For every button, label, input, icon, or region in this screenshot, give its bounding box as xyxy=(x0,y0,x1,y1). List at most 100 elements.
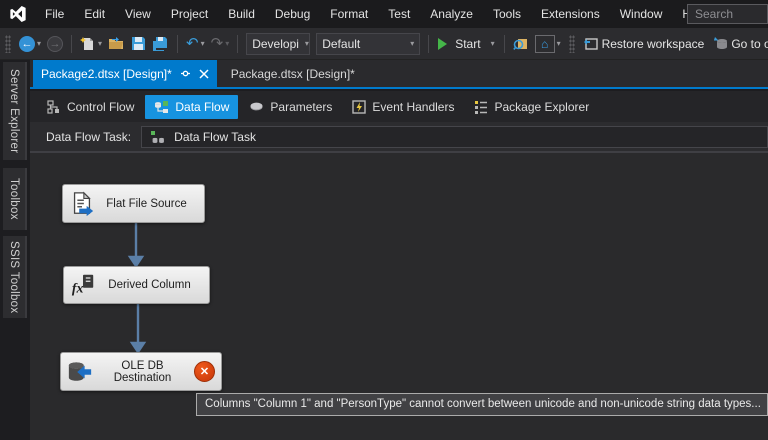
menu-project[interactable]: Project xyxy=(161,0,218,28)
go-to-object-icon xyxy=(714,37,728,49)
menu-window[interactable]: Window xyxy=(610,0,673,28)
toolbar-separator xyxy=(177,34,179,53)
chevron-down-icon: ▾ xyxy=(556,39,561,48)
chevron-down-icon: ▾ xyxy=(225,39,230,48)
chevron-down-icon: ▾ xyxy=(98,39,103,48)
attach-to-process-button[interactable] xyxy=(510,32,532,56)
tab-event-handlers[interactable]: Event Handlers xyxy=(343,95,463,119)
menu-test[interactable]: Test xyxy=(378,0,420,28)
sidebar-item-toolbox[interactable]: Toolbox xyxy=(3,168,27,230)
error-badge-icon[interactable]: ✕ xyxy=(194,361,215,382)
configuration-value: Developi xyxy=(252,36,299,51)
menu-edit[interactable]: Edit xyxy=(74,0,115,28)
tab-label: Control Flow xyxy=(67,99,135,114)
menu-extensions[interactable]: Extensions xyxy=(531,0,610,28)
chevron-down-icon: ▾ xyxy=(410,39,415,48)
web-browser-button[interactable]: ⌂ ▾ xyxy=(532,32,564,56)
ole-db-destination-icon xyxy=(68,361,92,381)
restore-workspace-label: Restore workspace xyxy=(601,36,705,51)
tab-package-explorer[interactable]: Package Explorer xyxy=(465,95,598,119)
data-flow-task-label: Data Flow Task: xyxy=(46,129,132,144)
tab-label: Package.dtsx [Design]* xyxy=(230,66,355,81)
menu-view[interactable]: View xyxy=(115,0,161,28)
solution-platform-dropdown[interactable]: Default ▾ xyxy=(316,32,421,55)
new-file-button[interactable]: ▾ xyxy=(77,32,105,56)
parameters-icon xyxy=(250,102,263,110)
redo-button[interactable]: ↷ ▾ xyxy=(208,32,233,56)
menu-tools[interactable]: Tools xyxy=(483,0,531,28)
ssis-designer-tabs: Control Flow Data Flow Parameters Event … xyxy=(30,91,768,122)
chevron-down-icon: ▾ xyxy=(37,39,42,48)
menu-format[interactable]: Format xyxy=(320,0,378,28)
tab-control-flow[interactable]: Control Flow xyxy=(38,95,143,119)
component-label: Flat File Source xyxy=(106,197,187,210)
save-all-button[interactable] xyxy=(149,32,172,56)
data-flow-task-icon xyxy=(151,130,165,143)
data-flow-task-row: Data Flow Task: Data Flow Task xyxy=(30,122,768,152)
standard-toolbar: ← ▾ → ▾ ↶ ▾ ↷ ▾ Developi ▾ Default ▾ Sta… xyxy=(0,28,768,60)
open-folder-icon xyxy=(109,37,124,49)
sidebar-item-label: Server Explorer xyxy=(8,68,20,154)
data-flow-icon xyxy=(155,100,169,113)
new-file-icon xyxy=(80,36,94,50)
tab-label: Package Explorer xyxy=(494,99,590,114)
menu-build[interactable]: Build xyxy=(218,0,265,28)
error-tooltip: Columns "Column 1" and "PersonType" cann… xyxy=(196,393,768,416)
undo-button[interactable]: ↶ ▾ xyxy=(183,32,208,56)
data-flow-task-dropdown[interactable]: Data Flow Task xyxy=(141,125,768,148)
component-label: OLE DB Destination xyxy=(113,359,172,384)
start-label: Start xyxy=(455,36,481,51)
sidebar-item-label: Toolbox xyxy=(8,178,20,220)
browser-home-icon: ⌂ xyxy=(534,34,555,53)
toolbar-grip[interactable] xyxy=(568,34,575,53)
menu-debug[interactable]: Debug xyxy=(265,0,320,28)
tab-package-dtsx[interactable]: Package.dtsx [Design]* xyxy=(217,60,369,87)
close-tab-icon[interactable] xyxy=(199,68,209,79)
title-menu-bar: File Edit View Project Build Debug Forma… xyxy=(0,0,768,28)
package-explorer-icon xyxy=(475,100,488,114)
start-debugging-button[interactable]: Start ▾ xyxy=(434,32,498,56)
derived-column-icon: fx xyxy=(72,274,94,296)
toolbar-separator xyxy=(71,34,73,53)
navigate-forward-button[interactable]: → xyxy=(44,32,66,56)
chevron-down-icon: ▾ xyxy=(200,39,205,48)
toolbar-separator xyxy=(428,34,430,53)
solution-configuration-dropdown[interactable]: Developi ▾ xyxy=(246,32,311,55)
toolbar-separator xyxy=(503,34,505,53)
restore-workspace-button[interactable]: Restore workspace xyxy=(580,32,711,56)
go-to-object-label: Go to ob xyxy=(731,36,768,51)
svg-text:fx: fx xyxy=(72,281,84,296)
chevron-down-icon: ▾ xyxy=(490,39,495,48)
navigate-forward-icon: → xyxy=(47,35,64,52)
component-ole-db-destination[interactable]: OLE DB Destination ✕ xyxy=(60,352,222,391)
save-button[interactable] xyxy=(128,32,149,56)
data-flow-task-value: Data Flow Task xyxy=(174,129,256,144)
sidebar-item-label: SSIS Toolbox xyxy=(8,240,20,314)
toolbar-separator xyxy=(237,34,239,53)
menu-file[interactable]: File xyxy=(35,0,74,28)
visual-studio-logo-icon xyxy=(10,6,26,22)
tab-parameters[interactable]: Parameters xyxy=(240,95,341,119)
go-to-object-button[interactable]: Go to ob xyxy=(710,32,768,56)
component-derived-column[interactable]: fx Derived Column xyxy=(63,266,210,304)
navigate-backward-button[interactable]: ← ▾ xyxy=(16,32,44,56)
search-input[interactable] xyxy=(687,4,768,24)
sidebar-item-ssis-toolbox[interactable]: SSIS Toolbox xyxy=(3,236,27,318)
control-flow-icon xyxy=(47,99,59,114)
toolbar-grip[interactable] xyxy=(5,34,11,53)
navigate-backward-icon: ← xyxy=(19,35,35,52)
pin-tab-icon[interactable] xyxy=(180,68,191,79)
component-flat-file-source[interactable]: Flat File Source xyxy=(62,184,205,223)
save-icon xyxy=(132,37,146,50)
sidebar-item-server-explorer[interactable]: Server Explorer xyxy=(3,62,27,160)
tab-data-flow[interactable]: Data Flow xyxy=(145,94,239,119)
tab-label: Data Flow xyxy=(175,99,230,114)
restore-workspace-icon xyxy=(583,38,598,50)
component-label: Derived Column xyxy=(108,279,191,291)
undo-icon: ↶ xyxy=(186,35,199,52)
data-flow-design-surface[interactable]: Flat File Source fx Derived Column OLE D… xyxy=(30,152,768,440)
menu-analyze[interactable]: Analyze xyxy=(420,0,483,28)
event-handlers-icon xyxy=(352,99,367,114)
open-file-button[interactable] xyxy=(105,32,128,56)
tab-package2-dtsx[interactable]: Package2.dtsx [Design]* xyxy=(33,60,217,87)
